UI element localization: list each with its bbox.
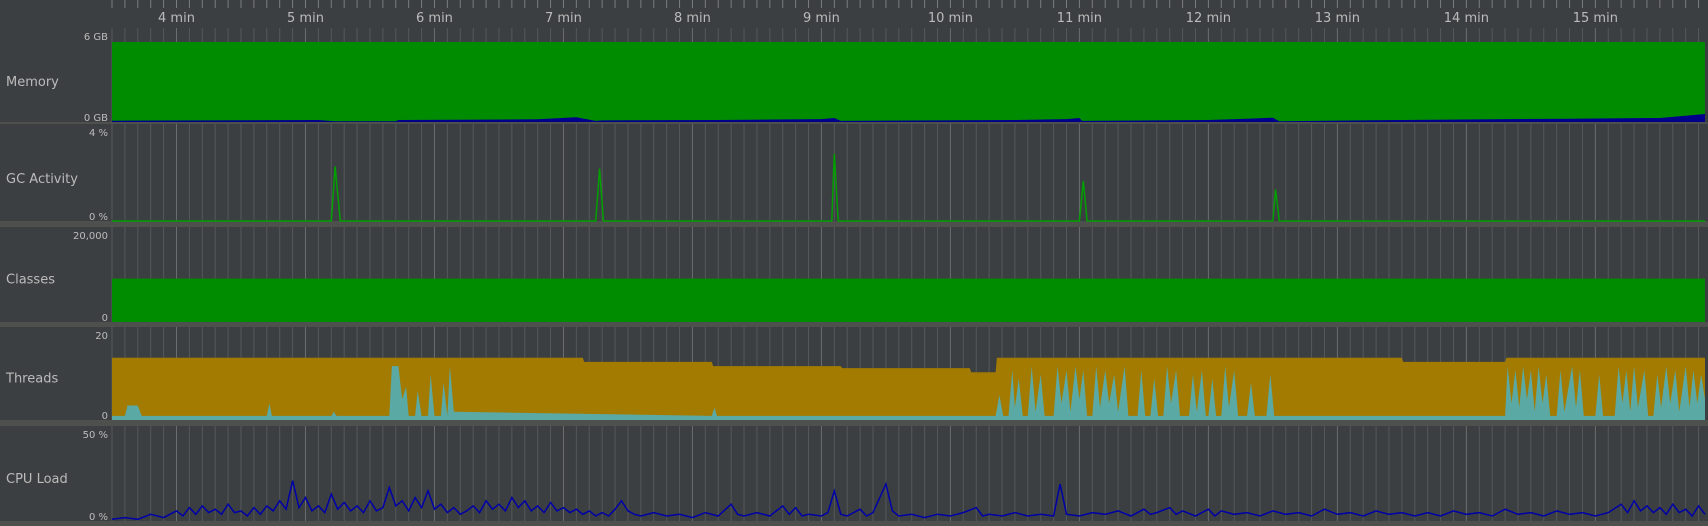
y-tick-label-max: 20 [95, 331, 108, 342]
y-tick-label-max: 6 GB [84, 32, 108, 43]
time-axis-label: 15 min [1573, 11, 1618, 26]
time-axis-label: 8 min [674, 11, 711, 26]
monitor-charts: 4 min 5 min 6 min 7 min 8 min 9 min 10 min 11 m… [0, 0, 1708, 526]
time-axis-label: 12 min [1186, 11, 1231, 26]
panel-separator [0, 420, 1708, 426]
panel-separator [0, 221, 1708, 227]
y-tick-label-max: 20,000 [73, 231, 108, 242]
panel-separator [0, 322, 1708, 327]
time-axis-label: 11 min [1057, 11, 1102, 26]
chart-title: Memory [6, 75, 59, 90]
panel-separator [0, 521, 1708, 526]
y-tick-label-max: 4 % [89, 128, 108, 139]
panel-separator [0, 122, 1708, 124]
classes-loaded-area [112, 278, 1705, 322]
time-axis-label: 6 min [416, 11, 453, 26]
chart-title: Threads [5, 372, 58, 387]
chart-panel-memory: Memory6 GB0 GB [0, 28, 1708, 124]
chart-title: GC Activity [6, 172, 78, 187]
monitor-window: 4 min 5 min 6 min 7 min 8 min 9 min 10 min 11 m… [0, 0, 1708, 526]
time-axis-label: 10 min [928, 11, 973, 26]
time-axis-label: 7 min [545, 11, 582, 26]
y-tick-label-max: 50 % [83, 430, 108, 441]
memory-committed-area [112, 42, 1705, 122]
time-axis-label: 5 min [287, 11, 324, 26]
chart-title: CPU Load [6, 472, 68, 487]
time-axis-label: 13 min [1315, 11, 1360, 26]
time-axis-label: 4 min [158, 11, 195, 26]
time-axis-label: 14 min [1444, 11, 1489, 26]
time-axis-label: 9 min [803, 11, 840, 26]
chart-title: Classes [6, 273, 55, 288]
